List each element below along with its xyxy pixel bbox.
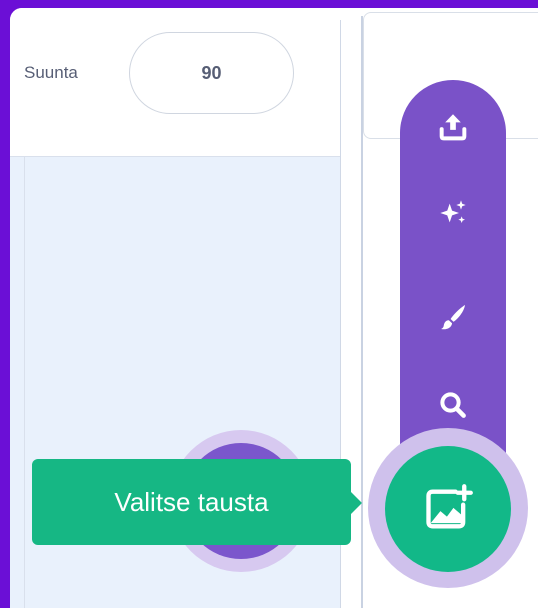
- upload-icon: [439, 114, 467, 141]
- search-backdrop-button[interactable]: [420, 375, 486, 435]
- surprise-backdrop-button[interactable]: [420, 183, 486, 243]
- direction-label: Suunta: [24, 63, 78, 82]
- tooltip-text: Valitse tausta: [114, 486, 269, 517]
- backdrop-tooltip: Valitse tausta: [32, 459, 351, 545]
- paint-icon: [441, 305, 465, 330]
- upload-backdrop-button[interactable]: [420, 97, 486, 157]
- tooltip-arrow: [351, 492, 362, 514]
- choose-backdrop-icon: [426, 484, 473, 529]
- sprite-list-edge: [24, 157, 25, 608]
- choose-backdrop-button[interactable]: [385, 446, 511, 572]
- surprise-icon: [440, 200, 466, 223]
- direction-input[interactable]: 90: [129, 32, 294, 114]
- search-icon: [440, 392, 466, 418]
- paint-backdrop-button[interactable]: [420, 287, 486, 347]
